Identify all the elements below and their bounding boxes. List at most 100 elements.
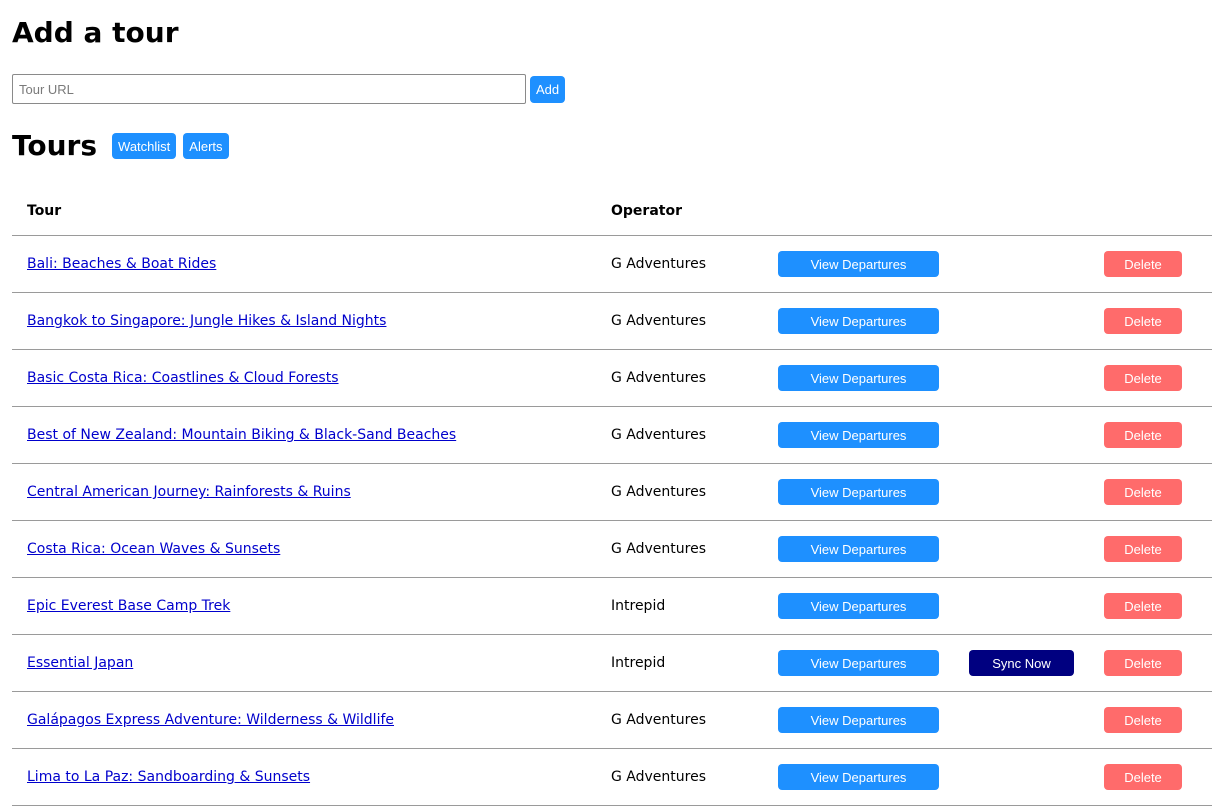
add-button[interactable]: Add [530,75,566,103]
view-cell: View Departures [778,406,969,464]
view-cell: View Departures [778,691,969,749]
view-cell: View Departures [778,292,969,350]
tours-header: Tours Watchlist Alerts [12,128,229,164]
table-row: Costa Rica: Ocean Waves & Sunsets G Adven… [12,520,1212,578]
operator-cell: G Adventures [611,349,778,407]
view-departures-button[interactable]: View Departures [778,308,939,334]
tour-link[interactable]: Bangkok to Singapore: Jungle Hikes & Isl… [27,313,386,329]
view-departures-button[interactable]: View Departures [778,536,939,562]
view-cell: View Departures [778,520,969,578]
operator-cell: Intrepid [611,577,778,635]
view-departures-button[interactable]: View Departures [778,479,939,505]
operator-cell: G Adventures [611,520,778,578]
delete-button[interactable]: Delete [1104,764,1182,790]
operator-cell: G Adventures [611,691,778,749]
header-view [778,187,969,236]
tour-link[interactable]: Central American Journey: Rainforests & … [27,484,351,500]
delete-button[interactable]: Delete [1104,251,1182,277]
operator-cell: G Adventures [611,463,778,521]
tour-link[interactable]: Galápagos Express Adventure: Wilderness … [27,712,394,728]
operator-cell: G Adventures [611,235,778,293]
delete-button[interactable]: Delete [1104,536,1182,562]
view-cell: View Departures [778,634,969,692]
delete-cell: Delete [1104,292,1212,350]
tour-cell: Bangkok to Singapore: Jungle Hikes & Isl… [12,292,611,350]
view-cell: View Departures [778,235,969,293]
tour-cell: Central American Journey: Rainforests & … [12,463,611,521]
tour-cell: Essential Japan [12,634,611,692]
view-departures-button[interactable]: View Departures [778,365,939,391]
delete-button[interactable]: Delete [1104,650,1182,676]
delete-cell: Delete [1104,634,1212,692]
delete-cell: Delete [1104,577,1212,635]
sync-now-button[interactable]: Sync Now [969,650,1074,676]
header-tour: Tour [12,187,611,236]
tour-cell: Lima to La Paz: Sandboarding & Sunsets [12,748,611,806]
alerts-button[interactable]: Alerts [183,133,229,159]
table-row: Bali: Beaches & Boat Rides G Adventures Vi… [12,235,1212,293]
delete-cell: Delete [1104,748,1212,806]
tour-link[interactable]: Basic Costa Rica: Coastlines & Cloud For… [27,370,339,386]
watchlist-button[interactable]: Watchlist [112,133,177,159]
delete-cell: Delete [1104,520,1212,578]
delete-cell: Delete [1104,691,1212,749]
delete-button[interactable]: Delete [1104,593,1182,619]
delete-cell: Delete [1104,235,1212,293]
tour-url-input[interactable] [12,74,526,104]
header-operator: Operator [611,187,778,236]
add-tour-title: Add a tour [12,16,179,49]
view-departures-button[interactable]: View Departures [778,707,939,733]
tour-rows: Bali: Beaches & Boat Rides G Adventures Vi… [12,235,1212,806]
tour-link[interactable]: Lima to La Paz: Sandboarding & Sunsets [27,769,310,785]
tour-link[interactable]: Bali: Beaches & Boat Rides [27,256,216,272]
view-cell: View Departures [778,463,969,521]
header-delete [1104,187,1212,236]
delete-button[interactable]: Delete [1104,422,1182,448]
delete-button[interactable]: Delete [1104,707,1182,733]
delete-button[interactable]: Delete [1104,365,1182,391]
tour-cell: Costa Rica: Ocean Waves & Sunsets [12,520,611,578]
table-row: Galápagos Express Adventure: Wilderness … [12,691,1212,749]
table-row: Basic Costa Rica: Coastlines & Cloud For… [12,349,1212,407]
delete-cell: Delete [1104,349,1212,407]
delete-cell: Delete [1104,463,1212,521]
view-departures-button[interactable]: View Departures [778,650,939,676]
tour-cell: Best of New Zealand: Mountain Biking & B… [12,406,611,464]
delete-button[interactable]: Delete [1104,479,1182,505]
view-departures-button[interactable]: View Departures [778,422,939,448]
delete-cell: Delete [1104,406,1212,464]
tours-table: Tour Operator Bali: Beaches & Boat Rides… [12,187,1212,806]
operator-cell: Intrepid [611,634,778,692]
tour-cell: Basic Costa Rica: Coastlines & Cloud For… [12,349,611,407]
tour-cell: Bali: Beaches & Boat Rides [12,235,611,293]
table-row: Essential Japan Intrepid View Departures Sy… [12,634,1212,692]
table-row: Bangkok to Singapore: Jungle Hikes & Isl… [12,292,1212,350]
tour-link[interactable]: Epic Everest Base Camp Trek [27,598,230,614]
sync-cell [969,235,1104,293]
view-cell: View Departures [778,577,969,635]
table-row: Central American Journey: Rainforests & … [12,463,1212,521]
tour-link[interactable]: Essential Japan [27,655,133,671]
view-departures-button[interactable]: View Departures [778,251,939,277]
sync-cell [969,520,1104,578]
view-departures-button[interactable]: View Departures [778,764,939,790]
view-cell: View Departures [778,349,969,407]
view-departures-button[interactable]: View Departures [778,593,939,619]
tour-link[interactable]: Costa Rica: Ocean Waves & Sunsets [27,541,280,557]
delete-button[interactable]: Delete [1104,308,1182,334]
sync-cell [969,577,1104,635]
sync-cell: Sync Now [969,634,1104,692]
header-sync [969,187,1104,236]
tour-link[interactable]: Best of New Zealand: Mountain Biking & B… [27,427,456,443]
table-row: Best of New Zealand: Mountain Biking & B… [12,406,1212,464]
operator-cell: G Adventures [611,292,778,350]
operator-cell: G Adventures [611,748,778,806]
operator-cell: G Adventures [611,406,778,464]
table-row: Lima to La Paz: Sandboarding & Sunsets G … [12,748,1212,806]
add-tour-form: Add [12,74,566,104]
tours-title: Tours [12,129,98,162]
tour-cell: Galápagos Express Adventure: Wilderness … [12,691,611,749]
sync-cell [969,406,1104,464]
sync-cell [969,349,1104,407]
tour-cell: Epic Everest Base Camp Trek [12,577,611,635]
